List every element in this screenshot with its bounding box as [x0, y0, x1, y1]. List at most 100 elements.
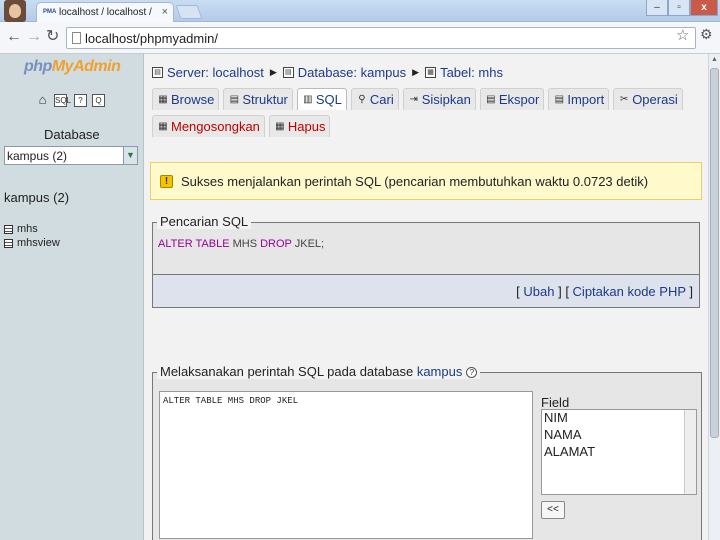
- tab-sql[interactable]: ▥ SQL: [296, 88, 347, 110]
- tab-close-icon[interactable]: ×: [162, 6, 168, 18]
- table-icon: ▦: [425, 66, 437, 78]
- tab-bar-secondary: ▦ Mengosongkan ▦ Hapus: [152, 115, 334, 137]
- home-icon[interactable]: ⌂: [36, 93, 49, 107]
- field-option[interactable]: NIM: [542, 410, 696, 427]
- sql-query-textarea[interactable]: ALTER TABLE MHS DROP JKEL: [159, 391, 533, 539]
- sql-query-code: ALTER TABLE MHS DROP JKEL;: [158, 238, 324, 250]
- page-icon: [72, 32, 81, 44]
- window-close-button[interactable]: x: [690, 0, 718, 16]
- browser-titlebar: PMA localhost / localhost / kampus × – ▫…: [0, 0, 720, 22]
- table-icon: [4, 224, 13, 234]
- insert-field-button[interactable]: <<: [541, 501, 565, 519]
- export-icon: ▤: [486, 93, 496, 105]
- profile-avatar[interactable]: [4, 0, 26, 22]
- database-link[interactable]: kampus: [417, 364, 463, 379]
- bookmark-star-icon[interactable]: ☆: [676, 26, 689, 44]
- tab-label: Import: [567, 92, 605, 107]
- browse-icon: ▦: [158, 93, 168, 105]
- structure-icon: ▤: [229, 93, 240, 105]
- breadcrumb-table[interactable]: ▦ Tabel: mhs: [425, 65, 503, 80]
- scrollbar-thumb[interactable]: [710, 68, 719, 438]
- new-tab-button[interactable]: [175, 5, 203, 19]
- tab-label: Operasi: [632, 92, 678, 107]
- sql-identifier: JKEL;: [291, 238, 325, 250]
- database-label: Database: [44, 127, 100, 142]
- tab-browse[interactable]: ▦ Browse: [152, 88, 220, 110]
- database-select[interactable]: kampus (2) ▼: [4, 146, 138, 165]
- tab-ekspor[interactable]: ▤ Ekspor: [479, 88, 545, 110]
- tab-import[interactable]: ▤ Import: [548, 88, 610, 110]
- page-scrollbar[interactable]: ▲: [708, 54, 720, 540]
- query-window-icon[interactable]: ?: [74, 94, 87, 107]
- sql-keyword: ALTER TABLE: [158, 238, 230, 250]
- window-minimize-button[interactable]: –: [646, 0, 668, 16]
- sql-keyword: DROP: [260, 238, 292, 250]
- edit-query-link[interactable]: Ubah: [523, 284, 554, 299]
- wrench-icon[interactable]: ⚙: [700, 26, 713, 43]
- table-list: mhs mhsview: [4, 222, 60, 250]
- tab-label: SQL: [315, 92, 342, 107]
- help-icon[interactable]: ?: [466, 367, 478, 379]
- tab-operasi[interactable]: ✂ Operasi: [613, 88, 683, 110]
- tab-label: Cari: [369, 92, 394, 107]
- phpmyadmin-logo[interactable]: phpMyAdmin: [24, 58, 121, 76]
- main-frame: ▤ Server: localhost ▶ ▤ Database: kampus…: [144, 54, 708, 540]
- create-php-code-link[interactable]: Ciptakan kode PHP: [573, 284, 686, 299]
- table-item-mhsview[interactable]: mhsview: [4, 236, 60, 250]
- notice-icon: !: [160, 175, 173, 188]
- insert-icon: ⇥: [409, 93, 418, 105]
- tab-struktur[interactable]: ▤ Struktur: [223, 88, 293, 110]
- chevron-down-icon[interactable]: ▼: [123, 147, 137, 164]
- url-text[interactable]: localhost/phpmyadmin/: [85, 31, 218, 46]
- sql-icon: ▥: [303, 93, 313, 105]
- tab-mengosongkan[interactable]: ▦ Mengosongkan: [152, 115, 265, 137]
- sql-query-legend: Pencarian SQL: [157, 214, 252, 229]
- database-name-link[interactable]: kampus (2): [4, 190, 69, 205]
- sql-query-fieldset: Pencarian SQL ALTER TABLE MHS DROP JKEL;: [152, 214, 700, 274]
- success-message-text: Sukses menjalankan perintah SQL (pencari…: [181, 174, 649, 189]
- database-select-value: kampus (2): [7, 149, 68, 163]
- tab-title: localhost / localhost / kampus: [59, 7, 155, 18]
- reload-icon[interactable]: ↻: [46, 28, 59, 46]
- navigation-frame: phpMyAdmin ⌂ SQL ? Q Database kampus (2)…: [0, 54, 144, 540]
- tab-label: Hapus: [287, 119, 326, 134]
- database-icon: ▤: [282, 66, 294, 78]
- browser-tab[interactable]: PMA localhost / localhost / kampus ×: [36, 2, 174, 22]
- address-bar[interactable]: localhost/phpmyadmin/: [66, 27, 696, 49]
- field-list-scrollbar[interactable]: [684, 410, 696, 494]
- field-option[interactable]: ALAMAT: [542, 444, 696, 461]
- breadcrumb-server[interactable]: ▤ Server: localhost: [152, 65, 264, 80]
- breadcrumb-database[interactable]: ▤ Database: kampus: [282, 64, 407, 80]
- search-icon: ⚲: [358, 93, 366, 105]
- run-sql-legend-text: Melaksanakan perintah SQL pada database: [160, 364, 417, 379]
- tab-cari[interactable]: ⚲ Cari: [350, 88, 399, 110]
- breadcrumb-database-label: Database: kampus: [297, 64, 407, 80]
- window-maximize-button[interactable]: ▫: [668, 0, 690, 16]
- back-arrow-icon[interactable]: ←: [6, 28, 22, 46]
- run-sql-fieldset: Melaksanakan perintah SQL pada database …: [152, 364, 702, 540]
- success-message: ! Sukses menjalankan perintah SQL (penca…: [150, 162, 702, 200]
- tab-label: Mengosongkan: [171, 119, 260, 134]
- tab-label: Ekspor: [498, 92, 540, 107]
- drop-icon: ▦: [275, 120, 285, 132]
- scroll-up-icon[interactable]: ▲: [711, 56, 718, 63]
- tab-label: Browse: [171, 92, 215, 107]
- breadcrumb-table-label: Tabel: mhs: [440, 64, 503, 80]
- forward-arrow-icon[interactable]: →: [26, 28, 42, 46]
- sql-query-icon[interactable]: SQL: [54, 94, 71, 107]
- import-icon: ▤: [554, 93, 565, 105]
- tab-sisipkan[interactable]: ⇥ Sisipkan: [402, 88, 476, 110]
- breadcrumb-separator-icon: ▶: [269, 66, 277, 77]
- tab-bar-primary: ▦ Browse ▤ Struktur ▥ SQL ⚲ Cari ⇥ Sisipkan ▤ Ekspo…: [152, 88, 687, 110]
- field-option[interactable]: NAMA: [542, 427, 696, 444]
- table-item-mhs[interactable]: mhs: [4, 222, 60, 236]
- field-list[interactable]: NIM NAMA ALAMAT: [541, 409, 697, 495]
- sql-links-bar: [ Ubah ] [ Ciptakan kode PHP ]: [152, 274, 700, 308]
- table-item-label: mhsview: [17, 237, 60, 249]
- breadcrumb-server-label: Server: localhost: [167, 64, 264, 80]
- tab-hapus[interactable]: ▦ Hapus: [268, 115, 331, 137]
- field-list-label: Field: [541, 395, 570, 410]
- docs-icon[interactable]: Q: [92, 94, 105, 107]
- operations-icon: ✂: [619, 93, 629, 105]
- breadcrumb-separator-icon: ▶: [412, 66, 420, 77]
